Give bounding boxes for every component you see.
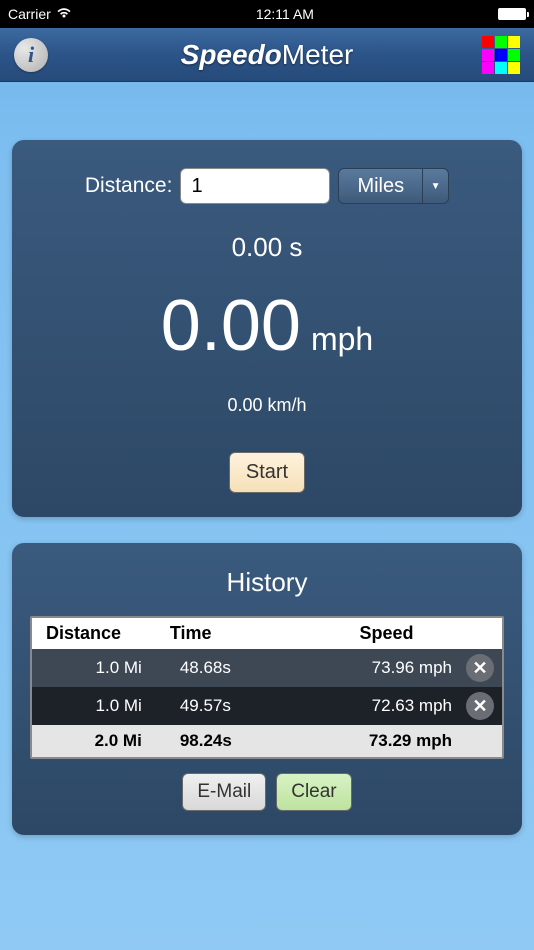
speed-panel: Distance: Miles ▼ 0.00 s 0.00 mph 0.00 k… bbox=[12, 140, 522, 517]
email-button[interactable]: E-Mail bbox=[182, 773, 266, 811]
carrier-label: Carrier bbox=[8, 6, 51, 22]
history-header: Distance Time Speed bbox=[32, 618, 502, 649]
battery-icon bbox=[498, 8, 526, 20]
info-button[interactable]: i bbox=[14, 38, 48, 72]
clear-button[interactable]: Clear bbox=[276, 773, 351, 811]
app-header: i SpeedoMeter bbox=[0, 28, 534, 82]
wifi-icon bbox=[56, 6, 72, 22]
speed-display: 0.00 mph bbox=[32, 285, 502, 367]
unit-select[interactable]: Miles ▼ bbox=[338, 168, 449, 204]
history-title: History bbox=[30, 567, 504, 598]
history-table: Distance Time Speed 1.0 Mi 48.68s 73.96 … bbox=[30, 616, 504, 759]
delete-row-button[interactable]: ✕ bbox=[466, 692, 494, 720]
time-display: 0.00 s bbox=[32, 232, 502, 263]
speed-unit: mph bbox=[311, 321, 373, 358]
chevron-down-icon: ▼ bbox=[422, 169, 448, 203]
delete-row-button[interactable]: ✕ bbox=[466, 654, 494, 682]
table-row: 1.0 Mi 49.57s 72.63 mph ✕ bbox=[32, 687, 502, 725]
history-panel: History Distance Time Speed 1.0 Mi 48.68… bbox=[12, 543, 522, 835]
speed-alt: 0.00 km/h bbox=[32, 395, 502, 416]
status-bar: Carrier 12:11 AM bbox=[0, 0, 534, 28]
app-title: SpeedoMeter bbox=[181, 39, 354, 71]
color-picker-button[interactable] bbox=[482, 36, 520, 74]
distance-label: Distance: bbox=[85, 174, 173, 198]
table-total-row: 2.0 Mi 98.24s 73.29 mph bbox=[32, 725, 502, 757]
table-row: 1.0 Mi 48.68s 73.96 mph ✕ bbox=[32, 649, 502, 687]
clock: 12:11 AM bbox=[256, 6, 314, 22]
speed-value: 0.00 bbox=[161, 285, 301, 367]
distance-input[interactable] bbox=[180, 168, 330, 204]
start-button[interactable]: Start bbox=[229, 452, 305, 493]
